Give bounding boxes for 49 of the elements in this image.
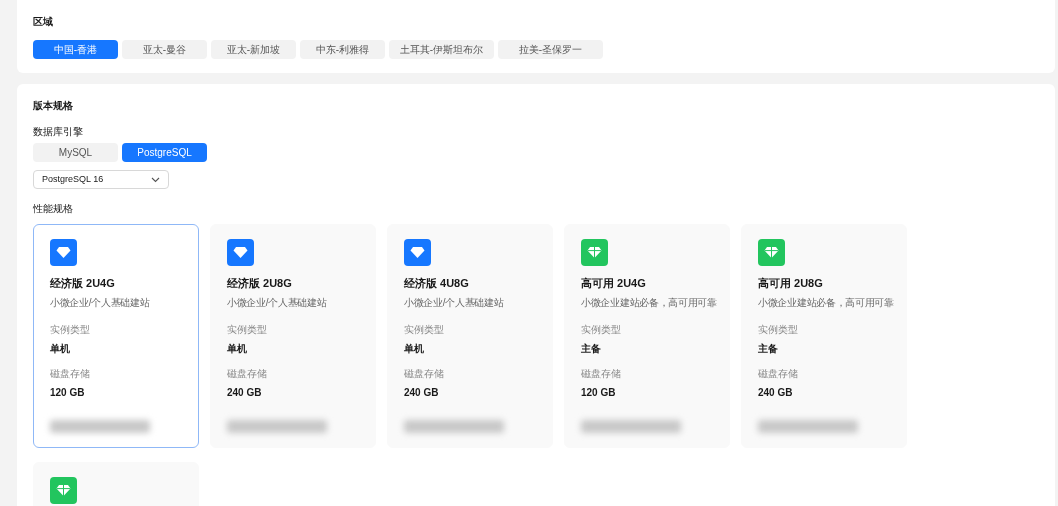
spec-value: 240 GB [404, 386, 439, 401]
spec-value: 主备 [581, 342, 601, 357]
section-title: 版本规格 [33, 99, 73, 113]
spec-label: 实例类型 [404, 323, 444, 338]
region-tab[interactable]: 中国-香港 [33, 40, 118, 59]
spec-value: 主备 [758, 342, 778, 357]
spec-value: 单机 [50, 342, 70, 357]
plan-description: 小微企业建站必备，高可用可靠 [581, 296, 717, 311]
version-select[interactable]: PostgreSQL 16 [33, 170, 169, 189]
region-tab[interactable]: 拉美-圣保罗一 [498, 40, 603, 59]
spec-label: 磁盘存储 [404, 367, 444, 382]
region-tab[interactable]: 中东-利雅得 [300, 40, 385, 59]
chevron-down-icon [151, 176, 160, 183]
spec-label: 实例类型 [758, 323, 798, 338]
spec-label: 磁盘存储 [758, 367, 798, 382]
spec-label: 实例类型 [50, 323, 90, 338]
spec-label: 实例类型 [581, 323, 621, 338]
plan-card[interactable]: 经济版 2U4G 小微企业/个人基础建站 实例类型 单机 磁盘存储 120 GB [33, 224, 199, 448]
spec-value: 120 GB [581, 386, 616, 401]
spec-value: 单机 [227, 342, 247, 357]
plan-name: 经济版 2U8G [227, 275, 292, 291]
spec-value: 单机 [404, 342, 424, 357]
section-title: 区域 [33, 15, 53, 29]
engine-tab[interactable]: PostgreSQL [122, 143, 207, 162]
field-label: 数据库引擎 [33, 125, 83, 139]
plan-name: 经济版 4U8G [404, 275, 469, 291]
plan-card[interactable]: 高可用 2U8G 小微企业建站必备，高可用可靠 实例类型 主备 磁盘存储 240 GB [741, 224, 907, 448]
plan-description: 小微企业建站必备，高可用可靠 [758, 296, 894, 311]
plan-description: 小微企业/个人基础建站 [50, 296, 150, 311]
spec-value: 120 GB [50, 386, 85, 401]
engine-tab[interactable]: MySQL [33, 143, 118, 162]
spec-value: 240 GB [758, 386, 793, 401]
spec-label: 磁盘存储 [227, 367, 267, 382]
spec-label: 磁盘存储 [581, 367, 621, 382]
plan-description: 小微企业/个人基础建站 [404, 296, 504, 311]
spec-label: 实例类型 [227, 323, 267, 338]
plan-name: 高可用 2U8G [758, 275, 823, 291]
plan-card[interactable]: 高可用 2U4G 小微企业建站必备，高可用可靠 实例类型 主备 磁盘存储 120 GB [564, 224, 730, 448]
plan-name: 高可用 2U4G [581, 275, 646, 291]
region-tab[interactable]: 土耳其-伊斯坦布尔 [389, 40, 494, 59]
region-tab[interactable]: 亚太-新加坡 [211, 40, 296, 59]
field-label: 性能规格 [33, 202, 73, 216]
region-tab[interactable]: 亚太-曼谷 [122, 40, 207, 59]
plan-description: 小微企业/个人基础建站 [227, 296, 327, 311]
spec-value: 240 GB [227, 386, 262, 401]
plan-card[interactable]: 经济版 2U8G 小微企业/个人基础建站 实例类型 单机 磁盘存储 240 GB [210, 224, 376, 448]
plan-card[interactable]: 经济版 4U8G 小微企业/个人基础建站 实例类型 单机 磁盘存储 240 GB [387, 224, 553, 448]
spec-label: 磁盘存储 [50, 367, 90, 382]
plan-name: 经济版 2U4G [50, 275, 115, 291]
